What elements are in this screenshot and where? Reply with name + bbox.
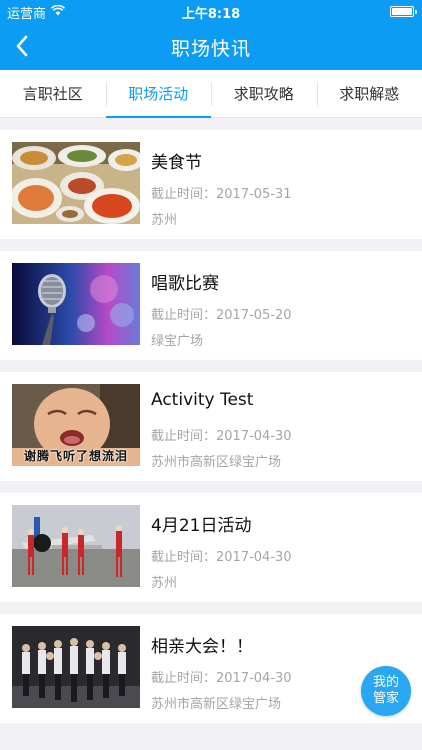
item-title: 4月21日活动 xyxy=(151,516,252,536)
item-location: 苏州 xyxy=(151,213,178,228)
item-deadline: 截止时间：2017-05-20 xyxy=(151,308,292,323)
nav-bar: 职场快讯 xyxy=(0,22,422,70)
status-bar: 运营商 上午8:18 xyxy=(0,0,422,22)
status-time: 上午8:18 xyxy=(181,7,241,22)
page-title: 职场快讯 xyxy=(170,38,251,60)
item-title: 唱歌比赛 xyxy=(151,274,219,294)
tab-community[interactable]: 言职社区 xyxy=(0,70,106,117)
food-festival-image xyxy=(12,142,140,224)
item-location: 绿宝广场 xyxy=(151,334,204,349)
list-item[interactable]: 相亲大会！！ 截止时间：2017-04-30 苏州市高新区绿宝广场 xyxy=(0,614,422,723)
my-butler-button[interactable]: 我的 管家 xyxy=(361,666,411,716)
tab-bar: 言职社区 职场活动 求职攻略 求职解惑 xyxy=(0,70,422,118)
item-deadline: 截止时间：2017-04-30 xyxy=(151,429,292,444)
item-deadline: 截止时间：2017-05-31 xyxy=(151,187,292,202)
runway-show-image xyxy=(12,626,140,708)
list-item[interactable]: 谢腾飞听了想流泪 Activity Test 截止时间：2017-04-30 苏… xyxy=(0,372,422,481)
tab-qa[interactable]: 求职解惑 xyxy=(316,70,422,117)
item-title: Activity Test xyxy=(151,390,254,410)
item-deadline: 截止时间：2017-04-30 xyxy=(151,550,292,565)
fab-label-line2: 管家 xyxy=(372,691,399,706)
list-item[interactable]: 美食节 截止时间：2017-05-31 苏州 xyxy=(0,130,422,239)
item-title: 相亲大会！！ xyxy=(151,637,253,657)
item-title: 美食节 xyxy=(151,153,202,173)
activity-list: 美食节 截止时间：2017-05-31 苏州 唱歌比赛 截止时间：2017-05… xyxy=(0,130,422,735)
list-item[interactable]: 唱歌比赛 截止时间：2017-05-20 绿宝广场 xyxy=(0,251,422,360)
microphone-image xyxy=(12,263,140,345)
list-item[interactable]: 4月21日活动 截止时间：2017-04-30 苏州 xyxy=(0,493,422,602)
fab-label-line1: 我的 xyxy=(372,675,399,690)
item-deadline: 截止时间：2017-04-30 xyxy=(151,671,292,686)
crying-baby-image: 谢腾飞听了想流泪 xyxy=(12,384,140,466)
tab-activities[interactable]: 职场活动 xyxy=(105,70,212,118)
tab-strategies[interactable]: 求职攻略 xyxy=(211,70,317,117)
item-location: 苏州市高新区绿宝广场 xyxy=(151,697,282,712)
airplane-event-image xyxy=(12,505,140,587)
item-location: 苏州市高新区绿宝广场 xyxy=(151,455,282,470)
image-caption: 谢腾飞听了想流泪 xyxy=(23,449,128,463)
battery-icon xyxy=(390,6,417,17)
item-location: 苏州 xyxy=(151,576,178,591)
